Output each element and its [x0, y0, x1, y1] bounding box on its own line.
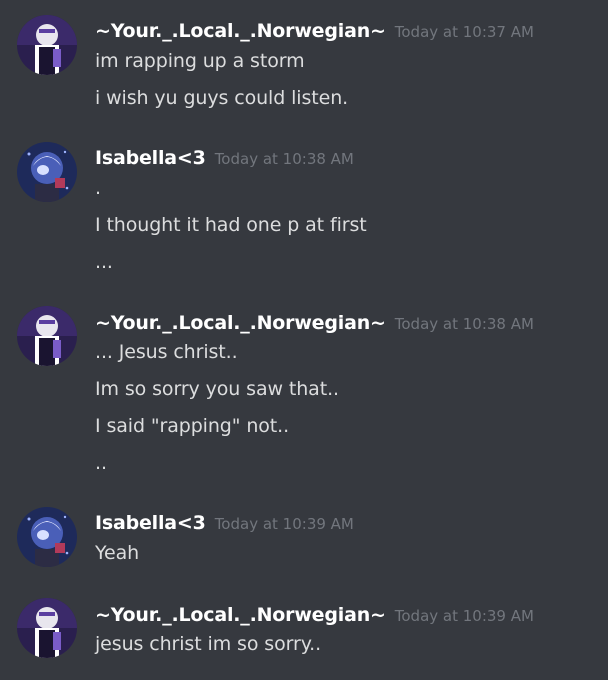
username[interactable]: ~Your._.Local._.Norwegian~ — [95, 604, 386, 626]
timestamp: Today at 10:39 AM — [214, 515, 354, 533]
message-header: ~Your._.Local._.Norwegian~ Today at 10:38… — [95, 312, 534, 334]
timestamp: Today at 10:38 AM — [214, 150, 354, 168]
norwegian-avatar-icon[interactable] — [17, 15, 77, 75]
isabella-avatar-icon[interactable] — [17, 507, 77, 567]
message-text: Yeah — [95, 542, 140, 564]
message-header: Isabella<3 Today at 10:38 AM — [95, 147, 354, 169]
isabella-avatar-icon[interactable] — [17, 142, 77, 202]
message-text: I thought it had one p at first — [95, 214, 367, 236]
norwegian-avatar-icon[interactable] — [17, 306, 77, 366]
norwegian-avatar-icon[interactable] — [17, 598, 77, 658]
message-text: I said "rapping" not.. — [95, 415, 290, 437]
message-text: im rapping up a storm — [95, 50, 305, 72]
message-header: ~Your._.Local._.Norwegian~ Today at 10:37… — [95, 20, 534, 42]
message-text: ... Jesus christ.. — [95, 341, 238, 363]
username[interactable]: ~Your._.Local._.Norwegian~ — [95, 312, 386, 334]
username[interactable]: Isabella<3 — [95, 147, 206, 169]
timestamp: Today at 10:39 AM — [394, 607, 534, 625]
message-text: . — [95, 177, 101, 199]
message-header: ~Your._.Local._.Norwegian~ Today at 10:39… — [95, 604, 534, 626]
timestamp: Today at 10:37 AM — [394, 23, 534, 41]
timestamp: Today at 10:38 AM — [394, 315, 534, 333]
message-text: ... — [95, 251, 113, 273]
message-text: .. — [95, 452, 107, 474]
username[interactable]: Isabella<3 — [95, 512, 206, 534]
message-text: jesus christ im so sorry.. — [95, 633, 322, 655]
message-text: i wish yu guys could listen. — [95, 87, 349, 109]
username[interactable]: ~Your._.Local._.Norwegian~ — [95, 20, 386, 42]
message-header: Isabella<3 Today at 10:39 AM — [95, 512, 354, 534]
message-text: Im so sorry you saw that.. — [95, 378, 339, 400]
